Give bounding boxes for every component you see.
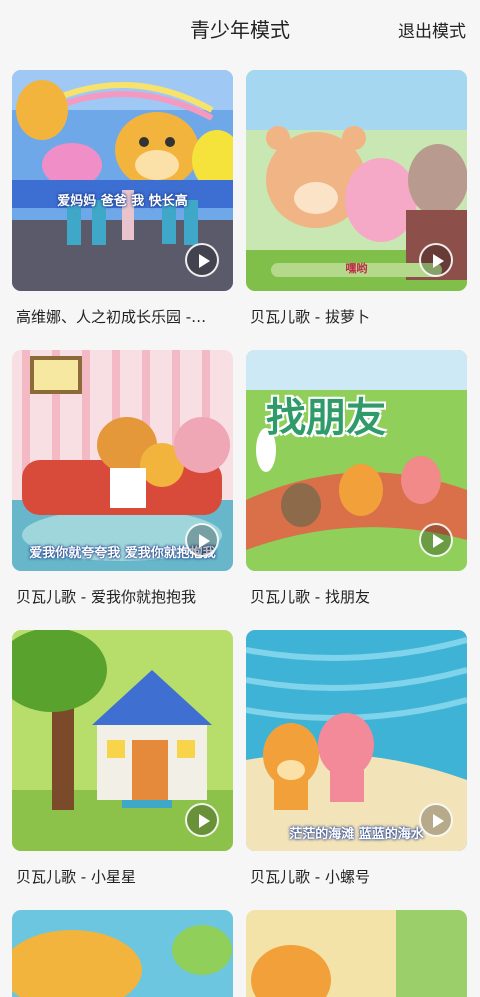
video-preview-image: [246, 910, 467, 997]
video-title[interactable]: 贝瓦儿歌 - 爱我你就抱抱我: [16, 586, 230, 607]
video-card[interactable]: 爱我你就夸夸我 爱我你就抱抱我 贝瓦儿歌 - 爱我你就抱抱我: [12, 350, 233, 612]
play-icon[interactable]: [419, 243, 453, 277]
video-card[interactable]: 茫茫的海滩 蓝蓝的海水 贝瓦儿歌 - 小螺号: [246, 630, 467, 892]
video-card[interactable]: 贝瓦儿歌 - 小星星: [12, 630, 233, 892]
video-card[interactable]: 找朋友 贝瓦儿歌 - 找朋友: [246, 350, 467, 612]
video-thumbnail[interactable]: 找朋友: [246, 350, 467, 571]
video-card[interactable]: [246, 910, 467, 997]
video-card[interactable]: [12, 910, 233, 997]
video-card[interactable]: 爱妈妈 爸爸 我 快长高 高维娜、人之初成长乐园 -…: [12, 70, 233, 332]
video-title[interactable]: 贝瓦儿歌 - 拔萝卜: [250, 306, 464, 327]
video-thumbnail[interactable]: 爱我你就夸夸我 爱我你就抱抱我: [12, 350, 233, 571]
video-title[interactable]: 贝瓦儿歌 - 小螺号: [250, 866, 464, 887]
video-caption: 爱妈妈 爸爸 我 快长高: [57, 194, 188, 209]
play-icon[interactable]: [185, 803, 219, 837]
video-title[interactable]: 贝瓦儿歌 - 小星星: [16, 866, 230, 887]
video-preview-image: [12, 910, 233, 997]
video-thumbnail[interactable]: [12, 630, 233, 851]
video-title[interactable]: 贝瓦儿歌 - 找朋友: [250, 586, 464, 607]
play-icon[interactable]: [185, 523, 219, 557]
video-thumbnail[interactable]: 爱妈妈 爸爸 我 快长高: [12, 70, 233, 291]
video-caption: 找朋友: [266, 395, 386, 441]
video-thumbnail[interactable]: 嘿哟: [246, 70, 467, 291]
play-icon[interactable]: [419, 523, 453, 557]
video-title[interactable]: 高维娜、人之初成长乐园 -…: [16, 306, 230, 327]
play-icon[interactable]: [185, 243, 219, 277]
play-icon[interactable]: [419, 803, 453, 837]
video-thumbnail[interactable]: 茫茫的海滩 蓝蓝的海水: [246, 630, 467, 851]
exit-mode-button[interactable]: 退出模式: [398, 17, 466, 42]
top-bar: 青少年模式 退出模式: [0, 0, 480, 56]
video-thumbnail[interactable]: [12, 910, 233, 997]
video-thumbnail[interactable]: [246, 910, 467, 997]
video-card[interactable]: 嘿哟 贝瓦儿歌 - 拔萝卜: [246, 70, 467, 332]
